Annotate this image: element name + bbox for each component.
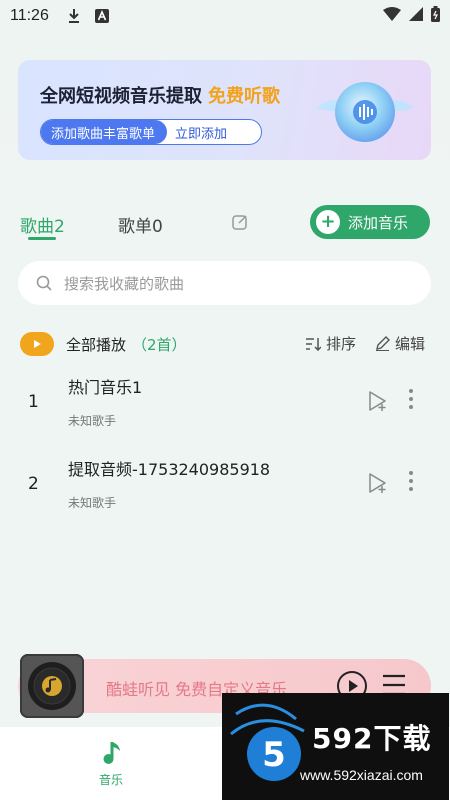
banner-title-text: 全网短视频音乐提取 — [40, 86, 202, 107]
nav-music-label[interactable]: 音乐 — [99, 771, 123, 788]
song-count: （2首） — [132, 335, 187, 354]
play-all-button[interactable] — [20, 332, 54, 356]
banner-title: 全网短视频音乐提取 免费听歌 — [40, 82, 280, 108]
search-input[interactable]: 搜索我收藏的歌曲 — [18, 261, 431, 305]
song-artist: 未知歌手 — [68, 414, 117, 428]
music-note-icon[interactable] — [101, 738, 125, 770]
banner-highlight: 免费听歌 — [208, 86, 280, 107]
more-icon[interactable] — [408, 388, 414, 414]
banner-add-pill[interactable]: 添加歌曲丰富歌单 立即添加 — [40, 119, 262, 145]
music-bubble-illustration — [306, 74, 424, 156]
edit-button[interactable]: 编辑 — [375, 333, 425, 354]
search-placeholder: 搜索我收藏的歌曲 — [64, 274, 185, 293]
song-number: 2 — [28, 474, 39, 494]
add-music-button[interactable]: + 添加音乐 — [310, 205, 430, 239]
status-time: 11:26 — [10, 7, 49, 24]
banner-pill-left: 添加歌曲丰富歌单 — [41, 120, 168, 144]
sort-icon — [306, 337, 321, 351]
watermark-brand: 592下载 — [312, 722, 432, 755]
pencil-icon — [376, 336, 390, 351]
song-title: 热门音乐1 — [68, 378, 143, 397]
status-bar: 11:26 — [0, 0, 450, 32]
sort-button[interactable]: 排序 — [305, 333, 356, 354]
play-icon — [34, 340, 41, 348]
song-artist: 未知歌手 — [68, 496, 117, 510]
battery-icon — [431, 6, 440, 26]
watermark-logo-icon: 5 — [230, 703, 305, 781]
promo-banner[interactable]: 全网短视频音乐提取 免费听歌 添加歌曲丰富歌单 立即添加 — [18, 60, 431, 160]
album-cover[interactable] — [20, 654, 84, 718]
download-icon — [67, 8, 81, 24]
watermark-number: 5 — [262, 735, 286, 775]
more-icon[interactable] — [408, 470, 414, 496]
list-item[interactable]: 2 提取音频-1753240985918 未知歌手 — [0, 450, 450, 530]
plus-icon: + — [316, 210, 340, 234]
song-title: 提取音频-1753240985918 — [68, 460, 271, 479]
tab-playlists[interactable]: 歌单0 — [118, 212, 163, 237]
tab-active-indicator — [28, 237, 56, 240]
search-icon — [36, 275, 52, 291]
play-all-label[interactable]: 全部播放 — [66, 334, 126, 355]
banner-add-now-button[interactable]: 立即添加 — [167, 123, 227, 142]
song-number: 1 — [28, 392, 39, 412]
tab-songs[interactable]: 歌曲2 — [20, 212, 65, 237]
add-music-label: 添加音乐 — [348, 213, 409, 232]
site-watermark: 5 592下载 www.592xiazai.com — [222, 693, 449, 800]
edit-playlist-icon[interactable] — [231, 213, 249, 235]
sort-label: 排序 — [326, 335, 357, 353]
notification-a-icon — [94, 9, 109, 23]
play-next-icon[interactable] — [367, 472, 389, 498]
play-all-row: 全部播放 （2首） 排序 编辑 — [20, 331, 432, 357]
edit-label: 编辑 — [395, 335, 426, 353]
play-next-icon[interactable] — [367, 390, 389, 416]
list-item[interactable]: 1 热门音乐1 未知歌手 — [0, 368, 450, 448]
wifi-icon — [383, 7, 401, 25]
watermark-url: www.592xiazai.com — [300, 767, 423, 783]
signal-icon — [409, 7, 423, 25]
